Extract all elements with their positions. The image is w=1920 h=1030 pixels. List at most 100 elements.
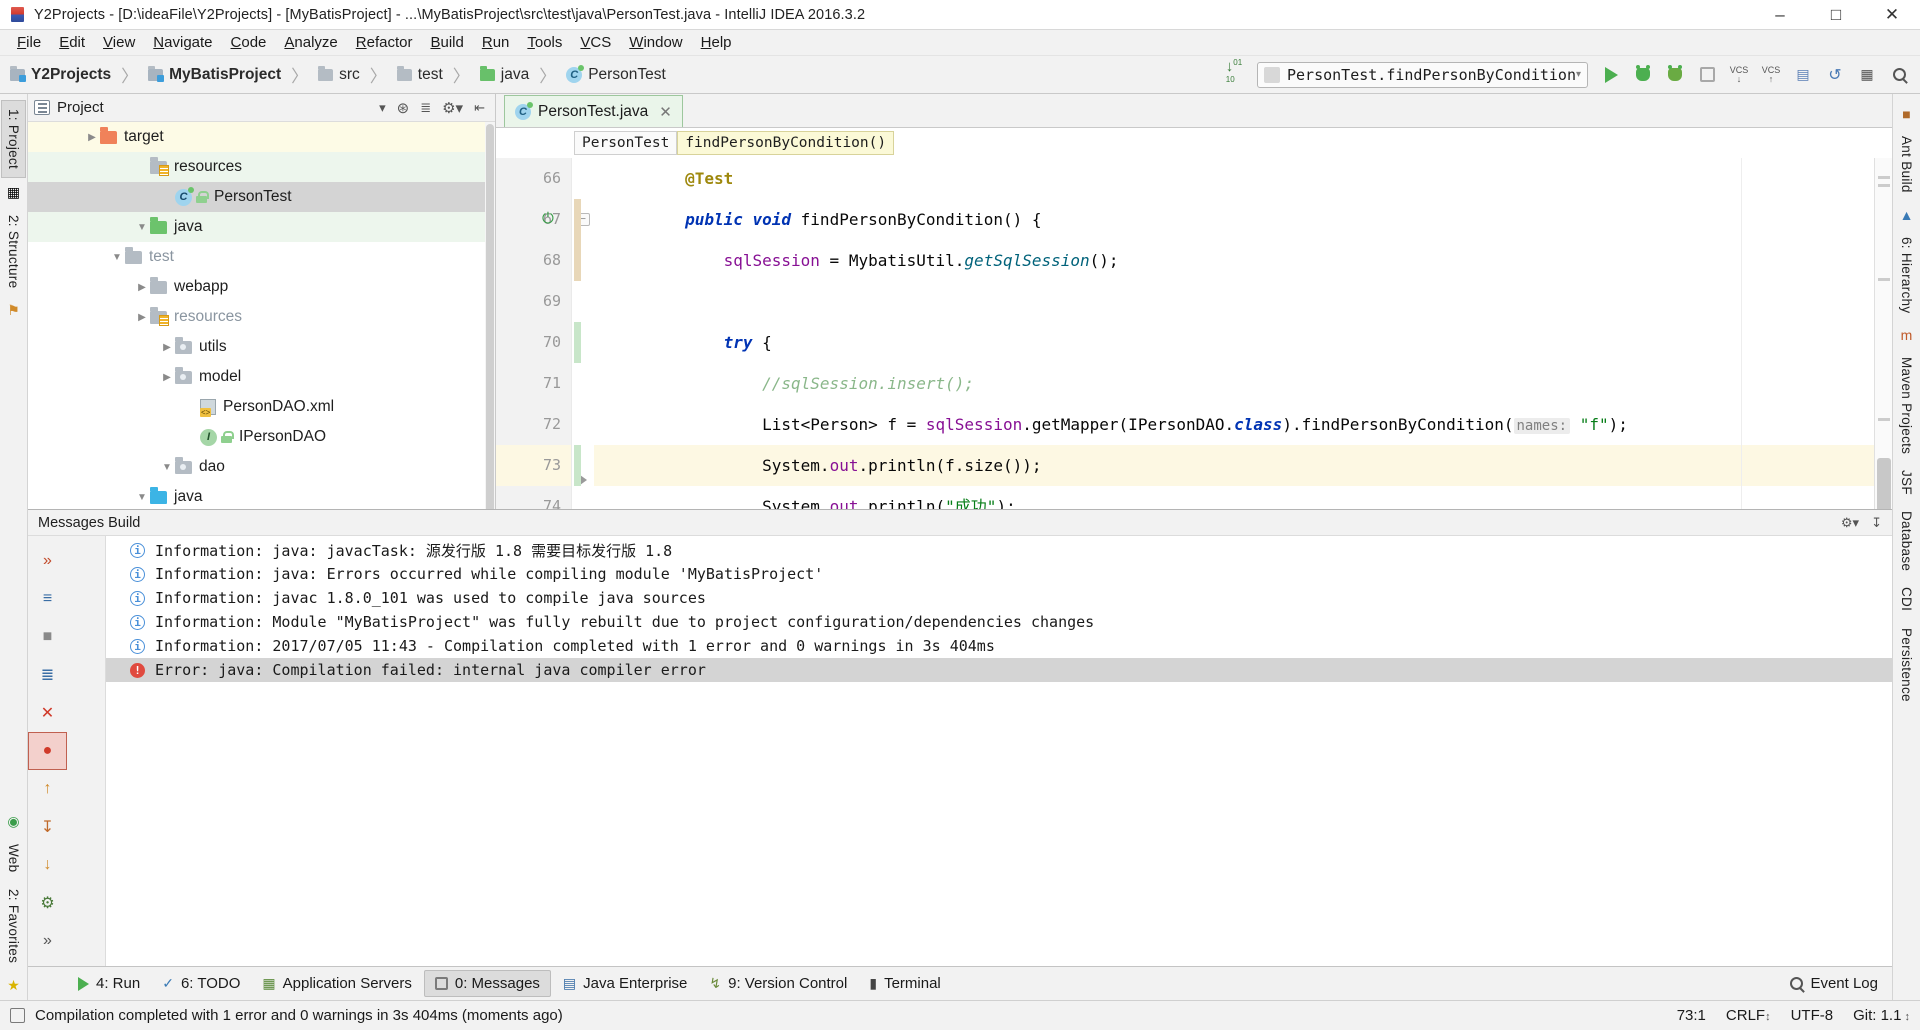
tree-node-persondao-xml[interactable]: PersonDAO.xml [28, 392, 495, 422]
breadcrumb-method[interactable]: findPersonByCondition() [677, 131, 895, 155]
web-icon[interactable]: ◉ [7, 813, 19, 830]
bottom-tab-4-run[interactable]: 4: Run [68, 971, 150, 996]
error-stripe-marker-bar[interactable] [1874, 158, 1892, 509]
caret-position[interactable]: 73:1 [1677, 1007, 1706, 1024]
sidebar-item-hierarchy[interactable]: 6: Hierarchy [1895, 229, 1918, 321]
chevron-right-icon[interactable]: ▶ [134, 282, 150, 293]
sidebar-item-structure[interactable]: 2: Structure [2, 207, 25, 296]
line-number-gutter[interactable]: 66676869707172737475767778⏻ [496, 158, 572, 509]
sidebar-item-cdi[interactable]: CDI [1895, 579, 1918, 619]
minimize-button[interactable]: – [1752, 0, 1808, 30]
message-row[interactable]: i Information: java: javacTask: 源发行版 1.8 … [106, 538, 1892, 562]
maximize-button[interactable]: □ [1808, 0, 1864, 30]
chevron-down-icon[interactable]: ▾ [379, 100, 386, 116]
chevron-down-icon[interactable]: ▼ [134, 222, 150, 233]
run-configuration-selector[interactable]: PersonTest.findPersonByCondition ▾ [1256, 61, 1588, 88]
sidebar-item-ant-build[interactable]: Ant Build [1895, 128, 1918, 201]
prev-message-button[interactable]: ↑ [28, 770, 67, 808]
vcs-history-button[interactable]: ▤ [1788, 60, 1818, 90]
sidebar-item-persistence[interactable]: Persistence [1895, 620, 1918, 710]
hide-icon[interactable]: ⇤ [474, 100, 485, 116]
expand-all-button[interactable]: » [28, 542, 67, 580]
sidebar-item-web[interactable]: Web [2, 836, 25, 880]
sidebar-item-database[interactable]: Database [1895, 503, 1918, 579]
tree-node-webapp[interactable]: ▶ webapp [28, 272, 495, 302]
stop-button[interactable] [1692, 60, 1722, 90]
file-encoding[interactable]: UTF-8 [1791, 1007, 1834, 1024]
code-line[interactable]: @Test [594, 158, 1892, 199]
menu-item-refactor[interactable]: Refactor [347, 32, 422, 53]
code-line[interactable]: System.out.println("成功"); [594, 486, 1892, 509]
run-with-coverage-button[interactable] [1660, 60, 1690, 90]
breadcrumb-class[interactable]: PersonTest [574, 131, 678, 155]
tree-node-java[interactable]: ▼ java [28, 482, 495, 509]
gear-icon[interactable]: ⚙▾ [442, 99, 463, 117]
scrollbar-thumb[interactable] [486, 124, 494, 509]
code-line[interactable]: sqlSession = MybatisUtil.getSqlSession()… [594, 240, 1892, 281]
menu-item-run[interactable]: Run [473, 32, 519, 53]
menu-item-window[interactable]: Window [620, 32, 691, 53]
breadcrumb-item-java[interactable]: java 〉 [476, 56, 562, 94]
tree-node-target[interactable]: ▶ target [28, 122, 495, 152]
code-line[interactable]: List<Person> f = sqlSession.getMapper(IP… [594, 404, 1892, 445]
editor-tab-persontest[interactable]: C PersonTest.java ✕ [504, 95, 683, 127]
target-icon[interactable]: ⊛ [397, 99, 410, 117]
event-log-button[interactable]: Event Log [1790, 975, 1892, 992]
gear-icon[interactable]: ⚙▾ [1841, 515, 1859, 531]
message-row[interactable]: i Information: 2017/07/05 11:43 - Compila… [106, 634, 1892, 658]
project-tree[interactable]: ▶ target resources C PersonTest ▼ java ▼ test ▶ we… [28, 122, 495, 509]
stop-build-button[interactable]: ■ [28, 618, 67, 656]
code-text[interactable]: @Test public void findPersonByCondition(… [594, 158, 1892, 509]
sort-icon[interactable]: ↓01 10 [1219, 58, 1249, 90]
tree-node-model[interactable]: ▶ model [28, 362, 495, 392]
filter-errors-button[interactable]: ● [28, 732, 67, 770]
menu-item-help[interactable]: Help [692, 32, 741, 53]
chevron-right-icon[interactable]: ▶ [159, 372, 175, 383]
message-row[interactable]: i Information: java: Errors occurred whil… [106, 562, 1892, 586]
message-row[interactable]: i Information: Module "MyBatisProject" wa… [106, 610, 1892, 634]
code-folding-column[interactable]: − [572, 158, 594, 509]
chevron-right-icon[interactable]: ▶ [159, 342, 175, 353]
settings-button[interactable]: ⚙ [28, 884, 67, 922]
menu-item-file[interactable]: File [8, 32, 50, 53]
vcs-commit-button[interactable]: VCS ↑ [1756, 60, 1786, 90]
tree-node-test[interactable]: ▼ test [28, 242, 495, 272]
scrollbar-thumb[interactable] [1877, 458, 1891, 509]
menu-item-navigate[interactable]: Navigate [144, 32, 221, 53]
vcs-rollback-button[interactable]: ↺ [1820, 60, 1850, 90]
chevron-down-icon[interactable]: ▼ [159, 462, 175, 473]
collapse-all-button[interactable]: ≡ [28, 580, 67, 618]
write-protect-icon[interactable] [10, 1008, 25, 1023]
breadcrumb-item-persontest[interactable]: C PersonTest [562, 56, 670, 94]
sidebar-item-project[interactable]: 1: Project [1, 100, 26, 179]
close-messages-button[interactable]: ✕ [28, 694, 67, 732]
sidebar-item-favorites[interactable]: 2: Favorites [2, 881, 25, 971]
chevron-right-icon[interactable]: ▶ [134, 312, 150, 323]
breadcrumb-item-src[interactable]: src 〉 [314, 56, 393, 94]
tree-node-utils[interactable]: ▶ utils [28, 332, 495, 362]
breadcrumb-item-mybatisproject[interactable]: MyBatisProject 〉 [144, 56, 314, 94]
chevron-down-icon[interactable]: ▼ [109, 252, 125, 263]
bottom-tab-9-version-control[interactable]: ↯ 9: Version Control [699, 971, 857, 996]
tree-node-resources[interactable]: resources [28, 152, 495, 182]
project-tree-scrollbar[interactable] [485, 122, 495, 509]
git-branch[interactable]: Git: 1.1 ↕ [1853, 1007, 1910, 1024]
tree-node-persontest[interactable]: C PersonTest [28, 182, 495, 212]
bottom-tab-java-enterprise[interactable]: ▤ Java Enterprise [553, 971, 697, 996]
code-area[interactable]: 66676869707172737475767778⏻ − @Test publ… [496, 158, 1892, 509]
collapse-all-icon[interactable]: ≣ [420, 100, 431, 116]
fold-marker-slot[interactable] [572, 158, 594, 199]
code-line[interactable]: //sqlSession.insert(); [594, 363, 1892, 404]
next-message-button[interactable]: ↓ [28, 846, 67, 884]
filter-warnings-button[interactable]: ≣ [28, 656, 67, 694]
menu-item-tools[interactable]: Tools [518, 32, 571, 53]
bottom-tab-terminal[interactable]: ▮ Terminal [859, 971, 950, 996]
run-test-gutter-icon[interactable]: ⏻ [542, 210, 558, 227]
favorites-star-icon[interactable]: ★ [7, 977, 20, 994]
code-line[interactable] [594, 281, 1892, 322]
menu-item-edit[interactable]: Edit [50, 32, 94, 53]
menu-item-code[interactable]: Code [222, 32, 276, 53]
breadcrumb-item-test[interactable]: test 〉 [393, 56, 476, 94]
chevron-right-icon[interactable]: ▶ [84, 132, 100, 143]
tree-node-resources[interactable]: ▶ resources [28, 302, 495, 332]
